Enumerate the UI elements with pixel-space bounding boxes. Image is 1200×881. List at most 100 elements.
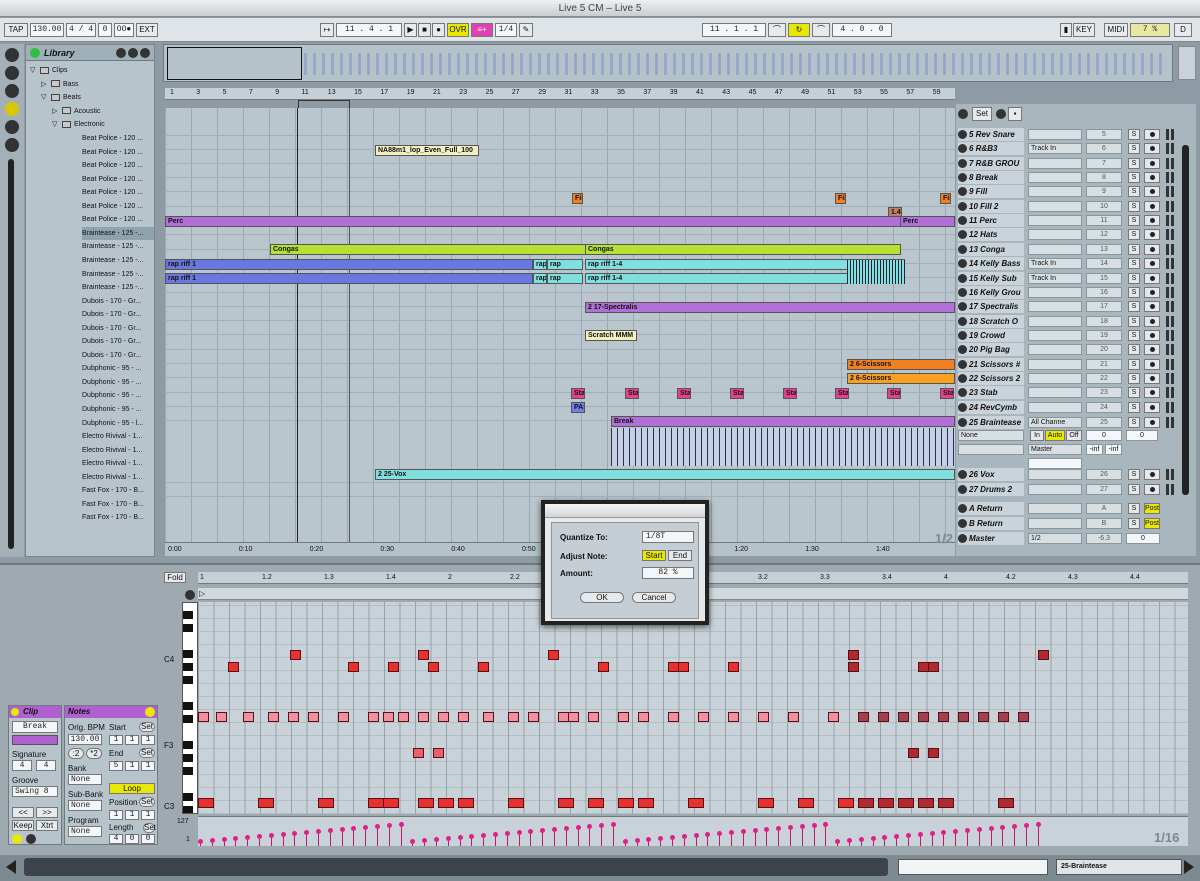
track-header[interactable]: 23 Stab 23 S (956, 386, 1196, 400)
track-input-select[interactable] (1028, 387, 1082, 399)
library-item[interactable]: Braintease - 125 -... (82, 268, 154, 281)
track-name[interactable]: 22 Scissors 2 (958, 371, 1024, 385)
library-item[interactable]: Electro Rivival - 1... (82, 471, 154, 484)
arm-button[interactable] (1144, 129, 1160, 140)
track-fold-icon[interactable] (958, 273, 967, 283)
detail-toggle-icon[interactable] (1184, 860, 1194, 874)
midi-note[interactable] (438, 712, 449, 722)
track-activator-button[interactable]: 5 (1086, 129, 1122, 140)
length-beat-field[interactable]: 0 (125, 834, 139, 844)
master-track-header[interactable]: Master 1/2 -6.3 0 (956, 532, 1196, 545)
track-activator-button[interactable]: 10 (1086, 200, 1122, 212)
midi-note[interactable] (588, 798, 604, 808)
solo-button[interactable]: S (1128, 517, 1140, 529)
midi-note[interactable] (1038, 650, 1049, 660)
midi-note[interactable] (908, 748, 919, 758)
midi-note[interactable] (290, 650, 301, 660)
return-track-header[interactable]: A Return A S Post (956, 502, 1196, 515)
midi-note[interactable] (758, 798, 774, 808)
midi-note[interactable] (938, 798, 954, 808)
velocity-marker[interactable] (634, 838, 640, 846)
side-scrollbar[interactable] (8, 159, 14, 549)
arrangement-lane[interactable] (165, 336, 955, 350)
midi-note[interactable] (348, 662, 359, 672)
arrangement-clip[interactable]: Sta (783, 388, 797, 399)
start-beat-field[interactable]: 1 (125, 735, 139, 745)
track-fold-icon[interactable] (958, 158, 967, 168)
arrangement-clip[interactable]: Congas (585, 244, 901, 255)
track-header[interactable]: 14 Kelly Bass Track In 14 S (956, 257, 1196, 271)
track-activator-button[interactable]: 7 (1086, 157, 1122, 169)
library-item[interactable]: Beat Police - 120 ... (82, 213, 154, 226)
midi-note[interactable] (558, 798, 574, 808)
solo-button[interactable]: S (1128, 143, 1140, 155)
track-fold-icon[interactable] (958, 244, 967, 254)
velocity-marker[interactable] (740, 829, 746, 846)
library-item[interactable]: Dubphonic - 95 - l... (82, 417, 154, 430)
midi-note[interactable] (958, 712, 969, 722)
stop-icon[interactable]: ■ (418, 23, 431, 37)
track-activator-button[interactable]: 25 (1086, 417, 1122, 428)
ext-sync-button[interactable]: EXT (136, 23, 158, 37)
keep-button[interactable]: Keep (12, 820, 34, 831)
midi-note[interactable] (433, 748, 444, 758)
midi-note[interactable] (368, 712, 379, 722)
solo-button[interactable]: S (1128, 129, 1140, 140)
track-input-select[interactable]: Track In (1028, 272, 1082, 284)
end-beat-field[interactable]: 1 (125, 761, 139, 771)
track-name[interactable]: 27 Drums 2 (958, 482, 1024, 496)
track-fold-icon[interactable] (958, 330, 967, 340)
midi-note[interactable] (828, 712, 839, 722)
arm-button[interactable] (1144, 301, 1160, 313)
arrangement-clip[interactable]: rap (533, 273, 547, 284)
velocity-marker[interactable] (316, 829, 321, 846)
arrangement-lanes[interactable]: NA88m1_lop_Even_Full_100FillFillFill1.4P… (165, 108, 955, 542)
solo-button[interactable]: S (1128, 200, 1140, 212)
arrangement-lane[interactable] (165, 164, 955, 178)
notes-box-expand-icon[interactable] (145, 707, 155, 717)
library-item[interactable]: Fast Fox - 170 - B... (82, 511, 154, 524)
track-fold-icon[interactable] (958, 287, 967, 297)
velocity-marker[interactable] (445, 836, 451, 846)
loop-switch-icon[interactable]: ↻ (788, 23, 810, 37)
velocity-marker[interactable] (847, 838, 852, 846)
midi-note[interactable] (638, 712, 649, 722)
extract-button[interactable]: Xtrt (36, 820, 58, 831)
play-icon[interactable]: ▶ (404, 23, 417, 37)
solo-button[interactable]: S (1128, 329, 1140, 341)
library-item[interactable]: Beat Police - 120 ... (82, 146, 154, 159)
arrangement-lane[interactable] (165, 122, 955, 136)
midi-note[interactable] (878, 798, 894, 808)
library-folder[interactable]: ▷ Acoustic (52, 105, 154, 118)
velocity-marker[interactable] (386, 823, 392, 846)
track-name[interactable]: 7 R&B GROU (958, 156, 1024, 170)
velocity-marker[interactable] (799, 824, 805, 846)
arm-button[interactable] (1144, 272, 1160, 284)
midi-note[interactable] (483, 712, 494, 722)
lock-icon[interactable]: ▪ (1008, 107, 1022, 121)
track-name[interactable]: 15 Kelly Sub (958, 271, 1024, 285)
track-activator-button[interactable]: 23 (1086, 387, 1122, 399)
arrangement-vscroll[interactable] (1182, 145, 1189, 495)
arrangement-clip[interactable]: 2 6-Scissors (847, 373, 955, 384)
solo-button[interactable]: S (1128, 387, 1140, 399)
velocity-marker[interactable] (811, 823, 817, 846)
end-sixteenth-field[interactable]: 1 (141, 761, 155, 771)
track-header[interactable]: 20 Pig Bag 20 S (956, 343, 1196, 357)
midi-note[interactable] (318, 798, 334, 808)
velocity-marker[interactable] (870, 836, 876, 846)
track-header[interactable]: 16 Kelly Grou 16 S (956, 285, 1196, 299)
arm-button[interactable] (1144, 483, 1160, 495)
track-header[interactable]: 8 Break 8 S (956, 171, 1196, 185)
folder-arrow-icon[interactable]: ▽ (52, 118, 59, 131)
velocity-marker[interactable] (894, 834, 900, 846)
track-name[interactable]: 19 Crowd (958, 328, 1024, 342)
library-item[interactable]: Fast Fox - 170 - B... (82, 484, 154, 497)
velocity-marker[interactable] (988, 826, 994, 846)
track-header[interactable]: 11 Perc 11 S (956, 214, 1196, 228)
record-browser-icon[interactable] (5, 138, 19, 152)
arrangement-overview[interactable] (163, 44, 1173, 82)
library-item[interactable]: Beat Police - 120 ... (82, 159, 154, 172)
piano-black-key[interactable] (183, 663, 193, 671)
track-activator-button[interactable]: 15 (1086, 272, 1122, 284)
